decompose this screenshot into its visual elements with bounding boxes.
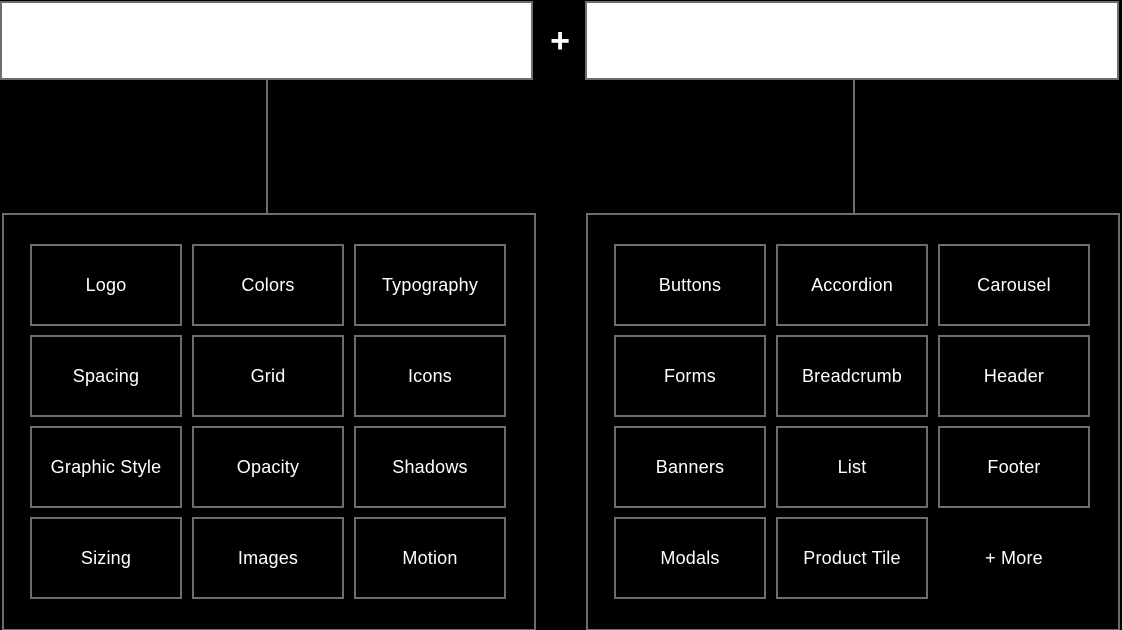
cell-label: Colors: [241, 274, 295, 295]
cell-label: Logo: [85, 274, 127, 295]
foundations-header-panel[interactable]: [0, 1, 533, 80]
cell-breadcrumb[interactable]: Breadcrumb: [776, 335, 928, 417]
cell-plus-more[interactable]: + More: [938, 517, 1090, 599]
plus-icon: +: [550, 22, 570, 60]
cell-label: Shadows: [392, 456, 468, 477]
cell-shadows[interactable]: Shadows: [354, 426, 506, 508]
cell-icons[interactable]: Icons: [354, 335, 506, 417]
cell-label: Motion: [402, 547, 458, 568]
cell-label: Images: [237, 547, 299, 568]
cell-sizing[interactable]: Sizing: [30, 517, 182, 599]
foundations-cell-grid: Logo Colors Typography Spacing Grid Icons Grap…: [30, 244, 534, 599]
cell-label: Breadcrumb: [801, 365, 903, 386]
cell-opacity[interactable]: Opacity: [192, 426, 344, 508]
cell-list[interactable]: List: [776, 426, 928, 508]
cell-label: Footer: [987, 456, 1041, 477]
components-header-panel[interactable]: [585, 1, 1119, 80]
components-connector-line: [853, 80, 855, 214]
cell-label: Modals: [660, 547, 720, 568]
cell-label: Opacity: [236, 456, 300, 477]
diagram-canvas: + Logo Colors Typography Spacing Grid Icons Gr…: [0, 0, 1122, 630]
cell-typography[interactable]: Typography: [354, 244, 506, 326]
cell-forms[interactable]: Forms: [614, 335, 766, 417]
cell-label: Buttons: [658, 274, 722, 295]
components-panel: Buttons Accordion Carousel Forms Breadcrumb H…: [586, 213, 1120, 630]
cell-carousel[interactable]: Carousel: [938, 244, 1090, 326]
cell-label: Product Tile: [803, 547, 901, 568]
cell-label: Spacing: [72, 365, 140, 386]
cell-label: Sizing: [80, 547, 132, 568]
cell-label: Carousel: [977, 274, 1051, 295]
cell-label: Forms: [664, 365, 716, 386]
cell-grid[interactable]: Grid: [192, 335, 344, 417]
cell-product-tile[interactable]: Product Tile: [776, 517, 928, 599]
cell-label: Graphic Style: [50, 456, 162, 477]
components-cell-grid: Buttons Accordion Carousel Forms Breadcrumb H…: [614, 244, 1118, 599]
cell-motion[interactable]: Motion: [354, 517, 506, 599]
cell-label: Banners: [655, 456, 725, 477]
cell-logo[interactable]: Logo: [30, 244, 182, 326]
cell-label: List: [837, 456, 867, 477]
cell-accordion[interactable]: Accordion: [776, 244, 928, 326]
cell-images[interactable]: Images: [192, 517, 344, 599]
cell-graphic-style[interactable]: Graphic Style: [30, 426, 182, 508]
cell-label: Header: [983, 365, 1045, 386]
cell-label: Grid: [250, 365, 286, 386]
cell-label: Icons: [407, 365, 453, 386]
cell-colors[interactable]: Colors: [192, 244, 344, 326]
cell-header[interactable]: Header: [938, 335, 1090, 417]
cell-label: Typography: [381, 274, 479, 295]
foundations-panel: Logo Colors Typography Spacing Grid Icons Grap…: [2, 213, 536, 630]
cell-label: Accordion: [811, 274, 893, 295]
cell-buttons[interactable]: Buttons: [614, 244, 766, 326]
cell-modals[interactable]: Modals: [614, 517, 766, 599]
cell-footer[interactable]: Footer: [938, 426, 1090, 508]
foundations-connector-line: [266, 80, 268, 214]
cell-spacing[interactable]: Spacing: [30, 335, 182, 417]
cell-label: + More: [985, 547, 1043, 568]
cell-banners[interactable]: Banners: [614, 426, 766, 508]
